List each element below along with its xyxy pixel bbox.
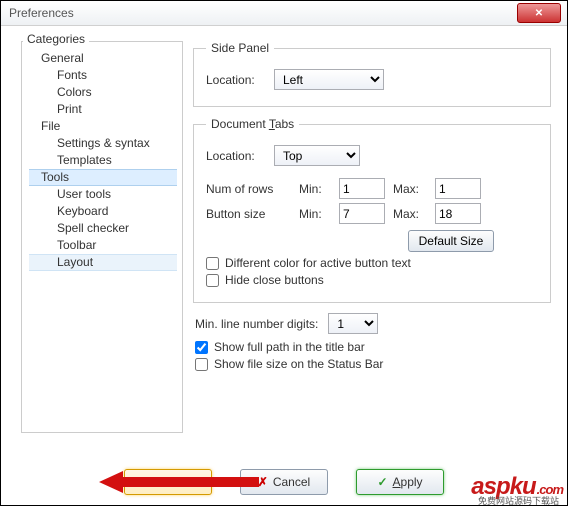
tree-item-general[interactable]: General: [29, 50, 177, 67]
btnsize-label: Button size: [206, 207, 291, 221]
numrows-label: Num of rows: [206, 182, 291, 196]
btnsize-max-label: Max:: [393, 207, 427, 221]
tree-item-spell-checker[interactable]: Spell checker: [29, 220, 177, 237]
categories-tree[interactable]: GeneralFontsColorsPrintFileSettings & sy…: [29, 50, 177, 271]
cancel-button[interactable]: ✗ Cancel: [240, 469, 328, 495]
watermark-sub: 免费网站源码下载站: [478, 494, 559, 507]
apply-button[interactable]: ✓ Apply: [356, 469, 444, 495]
document-tabs-legend: Document Tabs: [206, 117, 299, 131]
diffcolor-label: Different color for active button text: [225, 256, 411, 270]
numrows-min-label: Min:: [299, 182, 331, 196]
tree-item-user-tools[interactable]: User tools: [29, 186, 177, 203]
dialog-buttons: ✓ OK ✗ Cancel ✓ Apply: [1, 469, 567, 495]
tree-item-keyboard[interactable]: Keyboard: [29, 203, 177, 220]
window-close-button[interactable]: ✕: [517, 3, 561, 23]
tree-item-tools[interactable]: Tools: [29, 169, 177, 186]
numrows-max-label: Max:: [393, 182, 427, 196]
minline-select[interactable]: 1: [328, 313, 378, 334]
tabs-location-label: Location:: [206, 149, 266, 163]
side-panel-group: Side Panel Location: Left: [193, 41, 551, 107]
default-size-button[interactable]: Default Size: [408, 230, 495, 252]
hideclose-label: Hide close buttons: [225, 273, 324, 287]
categories-legend: Categories: [23, 32, 89, 46]
diffcolor-checkbox[interactable]: [206, 257, 219, 270]
tree-item-settings-syntax[interactable]: Settings & syntax: [29, 135, 177, 152]
tree-item-colors[interactable]: Colors: [29, 84, 177, 101]
side-panel-location-label: Location:: [206, 73, 266, 87]
document-tabs-group: Document Tabs Location: Top Num of rows …: [193, 117, 551, 303]
btnsize-min-input[interactable]: [339, 203, 385, 224]
minline-label: Min. line number digits:: [195, 317, 318, 331]
check-icon: ✓: [377, 475, 387, 489]
x-icon: ✗: [258, 475, 268, 489]
tree-item-templates[interactable]: Templates: [29, 152, 177, 169]
lower-options: Min. line number digits: 1 Show full pat…: [195, 313, 551, 371]
tree-item-fonts[interactable]: Fonts: [29, 67, 177, 84]
tree-item-toolbar[interactable]: Toolbar: [29, 237, 177, 254]
tree-item-print[interactable]: Print: [29, 101, 177, 118]
titlebar: Preferences ✕: [1, 1, 567, 26]
dialog-content: Categories GeneralFontsColorsPrintFileSe…: [1, 26, 567, 34]
btnsize-max-input[interactable]: [435, 203, 481, 224]
window-title: Preferences: [9, 6, 74, 20]
settings-panel: Side Panel Location: Left Document Tabs …: [193, 41, 551, 374]
side-panel-legend: Side Panel: [206, 41, 274, 55]
check-icon: ✓: [152, 475, 162, 489]
numrows-max-input[interactable]: [435, 178, 481, 199]
ok-button[interactable]: ✓ OK: [124, 469, 212, 495]
fullpath-label: Show full path in the title bar: [214, 340, 365, 354]
tabs-location-select[interactable]: Top: [274, 145, 360, 166]
tree-item-file[interactable]: File: [29, 118, 177, 135]
close-icon: ✕: [535, 8, 543, 19]
numrows-min-input[interactable]: [339, 178, 385, 199]
btnsize-min-label: Min:: [299, 207, 331, 221]
hideclose-checkbox[interactable]: [206, 274, 219, 287]
side-panel-location-select[interactable]: Left: [274, 69, 384, 90]
statusbar-label: Show file size on the Status Bar: [214, 357, 383, 371]
statusbar-checkbox[interactable]: [195, 358, 208, 371]
fullpath-checkbox[interactable]: [195, 341, 208, 354]
tree-item-layout[interactable]: Layout: [29, 254, 177, 271]
